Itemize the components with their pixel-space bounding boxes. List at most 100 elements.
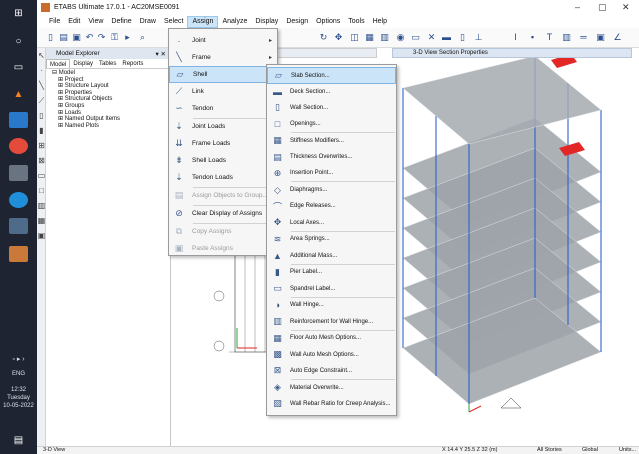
shell-menu-item[interactable]: ▲ Additional Mass... <box>267 247 396 264</box>
maximize-icon[interactable]: ▢ <box>598 2 607 13</box>
menu-file[interactable]: File <box>45 16 64 28</box>
edge-icon[interactable] <box>9 192 28 208</box>
menu-assign[interactable]: Assign <box>187 15 219 28</box>
tree-item[interactable]: ⊞ Properties <box>52 90 170 97</box>
dash-icon[interactable]: ═ <box>578 32 589 43</box>
menu-options[interactable]: Options <box>312 16 344 28</box>
app-icon[interactable] <box>9 165 28 181</box>
assign-menu-item[interactable]: ▣Paste Assigns▸ <box>169 240 277 257</box>
view-3d-icon[interactable]: ◫ <box>349 32 360 43</box>
redo-icon[interactable]: ↷ <box>96 32 107 43</box>
area-icon[interactable]: ▣ <box>595 32 606 43</box>
select-icon[interactable]: ▭ <box>410 32 421 43</box>
shell-menu-item[interactable]: ✥ Local Axes... <box>267 214 396 231</box>
slab-tool-icon[interactable]: ▭ <box>37 171 46 183</box>
dim-tool-icon[interactable]: ▦ <box>37 216 46 228</box>
shell-menu-item[interactable]: ▭ Spandrel Label... <box>267 280 396 297</box>
tree-item[interactable]: ⊞ Loads <box>52 110 170 117</box>
shell-menu-item[interactable]: ▦ Floor Auto Mesh Options... <box>267 330 396 347</box>
shell-menu-item[interactable]: ▯ Wall Section... <box>267 99 396 116</box>
shell-menu-item[interactable]: ⊠ Auto Edge Constraint... <box>267 362 396 379</box>
close-icon[interactable]: ✕ <box>622 2 630 13</box>
tab-tables[interactable]: Tables <box>96 59 119 68</box>
menu-help[interactable]: Help <box>369 16 391 28</box>
menu-define[interactable]: Define <box>107 16 135 28</box>
tab-model[interactable]: Model <box>46 59 71 68</box>
units-button[interactable]: Units... <box>619 447 636 454</box>
pan-icon[interactable]: ✥ <box>333 32 344 43</box>
beam-icon[interactable]: ⊥ <box>473 32 484 43</box>
lock-icon[interactable]: ⚿ <box>109 32 120 43</box>
ref-tool-icon[interactable]: ▣ <box>37 231 46 243</box>
display-icon[interactable]: ◉ <box>395 32 406 43</box>
task-view-icon[interactable]: ▭ <box>9 59 28 75</box>
menu-analyze[interactable]: Analyze <box>218 16 251 28</box>
shell-menu-item[interactable]: ◑ Wall Hinge... <box>267 297 396 314</box>
minimize-icon[interactable]: – <box>575 2 580 12</box>
menu-tools[interactable]: Tools <box>344 16 368 28</box>
run-icon[interactable]: ▸ <box>122 32 133 43</box>
chrome-icon[interactable] <box>9 138 28 154</box>
menu-draw[interactable]: Draw <box>136 16 160 28</box>
line-icon[interactable]: ∠ <box>612 32 623 43</box>
stories-dropdown[interactable]: All Stories <box>537 447 562 454</box>
pin-icon[interactable]: ▾ ✕ <box>155 50 166 58</box>
assign-menu-item[interactable]: ▤ Assign Objects to Group... <box>169 187 277 204</box>
assign-menu-item[interactable]: ⧉ Copy Assigns <box>169 223 277 240</box>
column-tool-icon[interactable]: ▮ <box>37 126 46 138</box>
shell-menu-item[interactable]: ◇ Diaphragms... <box>267 182 396 199</box>
frame-tool-icon[interactable]: ╲ <box>37 81 46 93</box>
tree-item[interactable]: ⊞ Named Output Items <box>52 116 170 123</box>
assign-menu-item[interactable]: · Joint ▸ <box>169 32 277 49</box>
open-icon[interactable]: ▤ <box>58 32 69 43</box>
text-icon[interactable]: I <box>510 32 521 43</box>
files-icon[interactable] <box>9 112 28 128</box>
menu-display[interactable]: Display <box>251 16 282 28</box>
stair-tool-icon[interactable]: ▥ <box>37 201 46 213</box>
tree-item[interactable]: ⊞ Structure Layout <box>52 83 170 90</box>
assign-menu-item[interactable]: ╲ Frame ▸ <box>169 49 277 66</box>
tree-item[interactable]: ⊞ Structural Objects <box>52 96 170 103</box>
windows-start-icon[interactable]: ⊞ <box>9 5 28 21</box>
brace-tool-icon[interactable]: ⟋ <box>37 96 46 108</box>
shell-menu-item[interactable]: ≋ Area Springs... <box>267 231 396 248</box>
assign-menu-item[interactable]: ⟋Link▸ <box>169 83 277 100</box>
plan-view-icon[interactable]: ▦ <box>364 32 375 43</box>
section-tool-icon[interactable]: ⊠ <box>37 156 46 168</box>
coordinate-system-dropdown[interactable]: Global <box>582 447 598 454</box>
vlc-icon[interactable]: ▲ <box>9 86 28 102</box>
shell-menu-item[interactable]: ▤ Thickness Overwrites... <box>267 149 396 166</box>
member-icon[interactable]: ▪ <box>527 32 538 43</box>
shell-menu-item[interactable]: □ Openings... <box>267 116 396 133</box>
elevation-icon[interactable]: ▥ <box>379 32 390 43</box>
grid-tool-icon[interactable]: ⊞ <box>37 141 46 153</box>
tab-reports[interactable]: Reports <box>119 59 146 68</box>
assign-menu-item[interactable]: ⇊Frame Loads▸ <box>169 135 277 152</box>
search-icon[interactable]: ○ <box>9 33 28 49</box>
zoom-icon[interactable]: ⌕ <box>137 32 148 43</box>
shell-menu-item[interactable]: ▮ Pier Label... <box>267 264 396 281</box>
shell-menu-item[interactable]: ▦ Stiffness Modifiers... <box>267 132 396 149</box>
assign-menu-item[interactable]: ▱Shell▸ <box>169 66 277 83</box>
menu-view[interactable]: View <box>84 16 107 28</box>
t-section-icon[interactable]: T <box>544 32 555 43</box>
etabs-taskbar-icon[interactable] <box>9 246 28 262</box>
menu-select[interactable]: Select <box>160 16 187 28</box>
menu-edit[interactable]: Edit <box>64 16 84 28</box>
shell-menu-item[interactable]: ▱ Slab Section... <box>267 67 396 84</box>
section-icon[interactable]: ▥ <box>561 32 572 43</box>
tree-item[interactable]: ⊞ Named Plots <box>52 123 170 130</box>
chart-icon[interactable]: ▬ <box>441 32 452 43</box>
shell-menu-item[interactable]: ▩ Wall Auto Mesh Options... <box>267 346 396 363</box>
tree-item[interactable]: ⊞ Groups <box>52 103 170 110</box>
rotate-icon[interactable]: ↻ <box>318 32 329 43</box>
app-icon[interactable] <box>9 218 28 234</box>
menu-design[interactable]: Design <box>282 16 312 28</box>
save-icon[interactable]: ▣ <box>71 32 82 43</box>
tab-display[interactable]: Display <box>70 59 96 68</box>
undo-icon[interactable]: ↶ <box>84 32 95 43</box>
shell-menu-item[interactable]: ▥ Reinforcement for Wall Hinge... <box>267 313 396 330</box>
deselect-icon[interactable]: ✕ <box>426 32 437 43</box>
assign-menu-item[interactable]: ⊘ Clear Display of Assigns <box>169 205 277 222</box>
assign-menu-item[interactable]: ⇟Shell Loads▸ <box>169 152 277 169</box>
